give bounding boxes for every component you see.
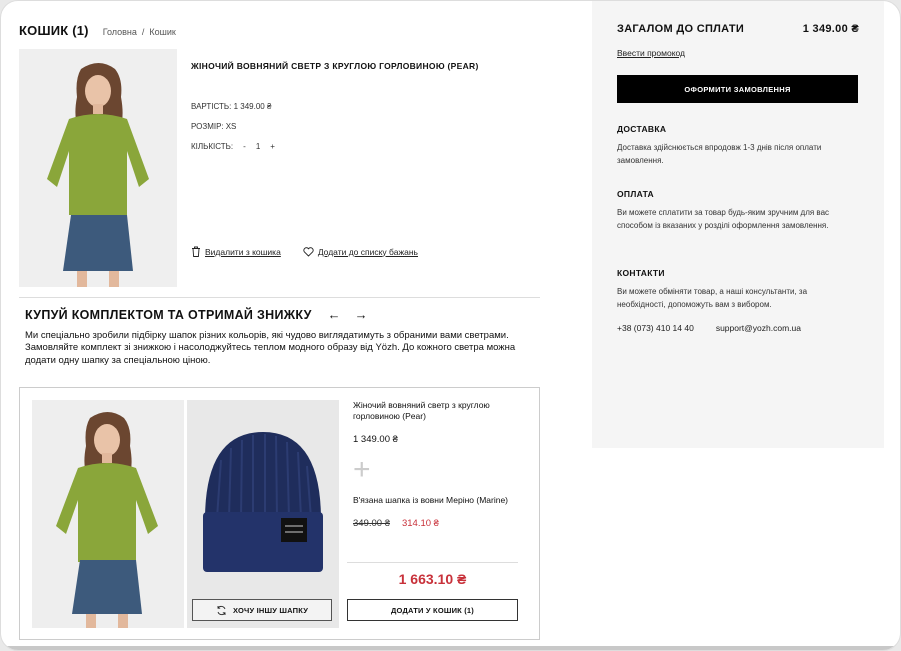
quantity-stepper: - 1 + (243, 143, 275, 151)
product-name[interactable]: ЖІНОЧИЙ ВОВНЯНИЙ СВЕТР З КРУГЛОЮ ГОРЛОВИ… (191, 61, 541, 71)
breadcrumb-home[interactable]: Головна (103, 27, 137, 37)
wishlist-label: Додати до списку бажань (317, 246, 418, 257)
order-summary-panel: ЗАГАЛОМ ДО СПЛАТИ 1 349.00 ₴ Ввести пром… (592, 1, 884, 448)
model-sweater-illustration (32, 400, 184, 628)
bundle-card: ХОЧУ ІНШУ ШАПКУ Жіночий вовняний светр з… (19, 387, 540, 640)
model-sweater-illustration (19, 49, 177, 287)
payment-section: ОПЛАТА Ви можете сплатити за товар будь-… (617, 189, 852, 232)
product-info: ЖІНОЧИЙ ВОВНЯНИЙ СВЕТР З КРУГЛОЮ ГОРЛОВИ… (191, 61, 541, 71)
bundle-header: КУПУЙ КОМПЛЕКТОМ ТА ОТРИМАЙ ЗНИЖКУ ← → (25, 307, 368, 322)
contacts-section: КОНТАКТИ Ви можете обміняти товар, а наш… (617, 268, 852, 311)
heart-icon (303, 246, 314, 257)
add-bundle-to-cart-button[interactable]: ДОДАТИ У КОШИК (1) (347, 599, 518, 621)
beanie-hat-illustration (187, 400, 339, 628)
page-frame: КОШИК (1) Головна / Кошик ЖІНОЧИЙ ВОВНЯН… (0, 0, 901, 651)
change-hat-label: ХОЧУ ІНШУ ШАПКУ (232, 605, 309, 615)
bundle-title: КУПУЙ КОМПЛЕКТОМ ТА ОТРИМАЙ ЗНИЖКУ (25, 307, 312, 322)
contacts-row: +38 (073) 410 14 40 support@yozh.com.ua (617, 323, 801, 333)
cart-header: КОШИК (1) Головна / Кошик (19, 23, 176, 38)
checkout-button[interactable]: ОФОРМИТИ ЗАМОВЛЕННЯ (617, 75, 858, 103)
product-actions: Видалити з кошика Додати до списку бажан… (191, 246, 418, 257)
payment-title: ОПЛАТА (617, 189, 654, 199)
bundle-item1-price: 1 349.00 ₴ (353, 434, 398, 446)
bundle-item1-name[interactable]: Жіночий вовняний светр з круглою горлови… (353, 400, 523, 422)
breadcrumb-current: Кошик (149, 27, 176, 37)
breadcrumb-separator: / (141, 27, 145, 37)
bundle-sweater-image[interactable] (32, 400, 184, 628)
product-quantity: КІЛЬКІСТЬ: - 1 + (191, 137, 275, 157)
breadcrumb: Головна / Кошик (103, 27, 176, 37)
arrow-left-icon[interactable]: ← (328, 307, 341, 322)
add-to-wishlist-button[interactable]: Додати до списку бажань (303, 246, 418, 257)
divider (19, 297, 540, 298)
refresh-icon (217, 605, 226, 615)
email-link[interactable]: support@yozh.com.ua (716, 323, 801, 333)
page-title: КОШИК (1) (19, 23, 89, 38)
delivery-text: Доставка здійснюється впродовж 1-3 днів … (617, 143, 822, 166)
product-image[interactable] (19, 49, 177, 287)
product-meta: ВАРТІСТЬ: 1 349.00 ₴ РОЗМІР: XS КІЛЬКІСТ… (191, 97, 275, 157)
quantity-decrease-button[interactable]: - (243, 143, 246, 151)
quantity-label: КІЛЬКІСТЬ: (191, 142, 234, 151)
change-hat-button[interactable]: ХОЧУ ІНШУ ШАПКУ (192, 599, 332, 621)
bundle-item2-prices: 349.00 ₴ 314.10 ₴ (353, 518, 523, 529)
remove-label: Видалити з кошика (205, 246, 281, 257)
promo-code-link[interactable]: Ввести промокод (617, 48, 685, 58)
plus-icon: + (353, 453, 371, 487)
bundle-description: Ми спеціально зробили підбірку шапок різ… (25, 330, 516, 366)
bundle-info: Жіночий вовняний светр з круглою горлови… (353, 400, 523, 529)
bundle-hat-image[interactable] (187, 400, 339, 628)
phone-link[interactable]: +38 (073) 410 14 40 (617, 323, 694, 333)
contacts-title: КОНТАКТИ (617, 268, 665, 278)
bundle-total: 1 663.10 ₴ (398, 571, 467, 587)
quantity-value[interactable]: 1 (256, 143, 260, 151)
bottom-divider (1, 646, 900, 650)
delivery-section: ДОСТАВКА Доставка здійснюється впродовж … (617, 124, 852, 167)
summary-total-value: 1 349.00 ₴ (802, 23, 859, 35)
delivery-title: ДОСТАВКА (617, 124, 667, 134)
bundle-item2-name[interactable]: В'язана шапка із вовни Меріно (Marine) (353, 495, 523, 506)
bundle-carousel-nav: ← → (328, 307, 368, 322)
old-price: 349.00 ₴ (353, 518, 390, 530)
product-price: ВАРТІСТЬ: 1 349.00 ₴ (191, 102, 272, 111)
discount-price: 314.10 ₴ (401, 518, 439, 530)
contacts-text: Ви можете обміняти товар, а наші консуль… (617, 287, 808, 310)
remove-from-cart-button[interactable]: Видалити з кошика (191, 246, 281, 257)
quantity-increase-button[interactable]: + (270, 143, 275, 151)
trash-icon (192, 246, 200, 257)
bundle-divider (347, 562, 518, 563)
summary-header: ЗАГАЛОМ ДО СПЛАТИ 1 349.00 ₴ (617, 23, 859, 35)
payment-text: Ви можете сплатити за товар будь-яким зр… (617, 208, 830, 231)
summary-total-label: ЗАГАЛОМ ДО СПЛАТИ (617, 23, 745, 35)
product-size: РОЗМІР: XS (191, 122, 237, 131)
arrow-right-icon[interactable]: → (355, 307, 368, 322)
